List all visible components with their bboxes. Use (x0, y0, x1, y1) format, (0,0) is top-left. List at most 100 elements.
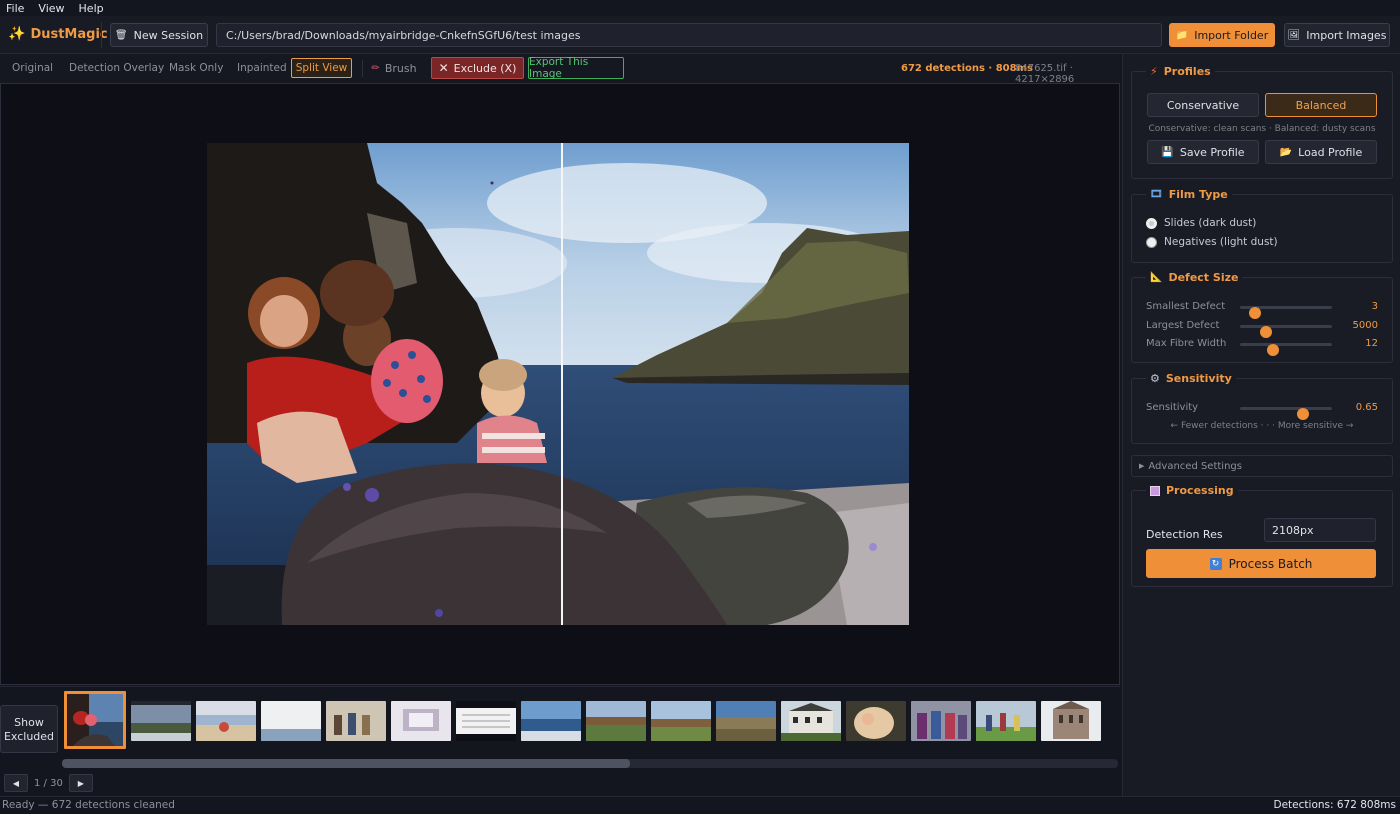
thumbnail-14[interactable] (911, 701, 971, 741)
slider-value: 3 (1371, 301, 1378, 312)
toolbar: ✨ DustMagic 🗑 New Session C:/Users/brad/… (0, 16, 1400, 54)
folder-icon: 📁 (1175, 29, 1189, 41)
file-info: 847625.tif · 4217×2896 (1015, 63, 1075, 85)
menu-help[interactable]: Help (79, 2, 104, 15)
thumbnail-7[interactable] (456, 701, 516, 741)
balanced-profile-button[interactable]: Balanced (1265, 93, 1377, 117)
film-type-slides-radio[interactable]: Slides (dark dust) (1146, 217, 1256, 229)
settings-panel: ⚡ Profiles Conservative Balanced Conserv… (1122, 54, 1400, 796)
sensitivity-slider[interactable]: Sensitivity 0.65 (1146, 401, 1378, 420)
thumbnail-1[interactable] (64, 691, 126, 749)
film-type-negatives-radio[interactable]: Negatives (light dust) (1146, 236, 1278, 248)
brush-label: Brush (384, 61, 417, 75)
process-batch-label: Process Batch (1228, 556, 1313, 571)
next-page-button[interactable]: ▶ (68, 774, 93, 792)
menu-file[interactable]: File (6, 2, 24, 15)
tab-mask-only[interactable]: Mask Only (169, 62, 223, 74)
tab-inpainted[interactable]: Inpainted (237, 62, 287, 74)
thumbnail-11[interactable] (716, 701, 776, 741)
save-profile-button[interactable]: 💾 Save Profile (1147, 140, 1259, 164)
thumbnail-15[interactable] (976, 701, 1036, 741)
defect-size-title-text: Defect Size (1168, 271, 1239, 284)
triangle-right-icon: ▶ (77, 778, 84, 788)
process-batch-button[interactable]: ↻ Process Batch (1146, 549, 1376, 578)
prev-page-button[interactable]: ◀ (4, 774, 28, 792)
thumbnail-5[interactable] (326, 701, 386, 741)
slider-track[interactable] (1240, 407, 1332, 420)
smallest-defect-slider[interactable]: Smallest Defect 3 (1146, 300, 1378, 319)
thumbnail-12[interactable] (781, 701, 841, 741)
divider (101, 22, 102, 48)
thumbnail-13[interactable] (846, 701, 906, 741)
sparkle-icon: ✨ (8, 26, 26, 42)
filmstrip-scrollbar-thumb[interactable] (62, 759, 630, 768)
image-canvas[interactable] (0, 83, 1120, 685)
thumbnail-4[interactable] (261, 701, 321, 741)
folder-path-input[interactable]: C:/Users/brad/Downloads/myairbridge-Cnke… (216, 23, 1162, 47)
trash-icon: 🗑 (114, 29, 128, 41)
negatives-label: Negatives (light dust) (1164, 236, 1278, 248)
page-indicator: 1 / 30 (34, 777, 63, 789)
tab-split-view[interactable]: Split View (291, 58, 352, 78)
profiles-title: ⚡ Profiles (1146, 65, 1215, 78)
processing-title: Processing (1146, 484, 1238, 497)
slides-label: Slides (dark dust) (1164, 217, 1257, 229)
pager: ◀ 1 / 30 ▶ (0, 773, 93, 793)
load-profile-button[interactable]: 📂 Load Profile (1265, 140, 1377, 164)
film-icon: 🎞 (1150, 189, 1163, 200)
defect-size-group: 📐 Defect Size Smallest Defect 3 Largest … (1131, 271, 1393, 363)
thumbnail-6[interactable] (391, 701, 451, 741)
thumbnail-2[interactable] (131, 701, 191, 741)
import-folder-button[interactable]: 📁 Import Folder (1169, 23, 1275, 47)
largest-defect-slider[interactable]: Largest Defect 5000 (1146, 319, 1378, 338)
new-session-button[interactable]: 🗑 New Session (110, 23, 208, 47)
slider-label: Max Fibre Width (1146, 338, 1227, 349)
profiles-title-text: Profiles (1163, 65, 1211, 78)
radio-indicator (1146, 236, 1157, 248)
slider-value: 0.65 (1355, 402, 1378, 413)
thumbnail-8[interactable] (521, 701, 581, 741)
ruler-triangle-icon: 📐 (1150, 272, 1163, 283)
floppy-disk-icon: 💾 (1161, 146, 1174, 158)
slider-knob[interactable] (1248, 307, 1261, 319)
square-icon (1150, 485, 1160, 496)
slider-track[interactable] (1240, 325, 1332, 338)
exclude-button[interactable]: ✕ Exclude (X) (431, 57, 524, 79)
slider-knob[interactable] (1267, 344, 1280, 356)
split-view-divider[interactable] (561, 143, 563, 625)
sensitivity-title-text: Sensitivity (1165, 372, 1232, 385)
conservative-profile-button[interactable]: Conservative (1147, 93, 1259, 117)
divider (362, 60, 363, 77)
radio-indicator (1146, 217, 1157, 229)
status-message: Ready — 672 detections cleaned (2, 799, 175, 811)
thumbnail-16[interactable] (1041, 701, 1101, 741)
tab-original[interactable]: Original (12, 62, 53, 74)
brush-button[interactable]: ✏ Brush (371, 57, 417, 79)
image-icon: 🖼 (1287, 29, 1301, 41)
thumbnail-10[interactable] (651, 701, 711, 741)
thumbnail-9[interactable] (586, 701, 646, 741)
show-excluded-button[interactable]: Show Excluded (0, 705, 58, 753)
view-mode-bar: Original Detection Overlay Mask Only Inp… (0, 54, 1120, 85)
photo-preview[interactable] (207, 143, 909, 625)
menu-view[interactable]: View (38, 2, 64, 15)
advanced-settings-toggle[interactable]: ▶ Advanced Settings (1131, 455, 1393, 477)
advanced-settings-label: Advanced Settings (1148, 460, 1242, 472)
triangle-left-icon: ◀ (12, 778, 20, 788)
slider-knob[interactable] (1296, 408, 1309, 420)
detection-res-input[interactable]: 2108px (1264, 518, 1376, 542)
import-folder-label: Import Folder (1194, 28, 1269, 42)
detection-res-label: Detection Res (1146, 528, 1223, 541)
film-type-title: 🎞 Film Type (1146, 188, 1232, 201)
slider-track[interactable] (1240, 343, 1332, 356)
status-bar: Ready — 672 detections cleaned Detection… (0, 796, 1400, 814)
max-fibre-width-slider[interactable]: Max Fibre Width 12 (1146, 337, 1378, 356)
triangle-right-icon: ▶ (1139, 462, 1145, 470)
export-image-button[interactable]: Export This Image (528, 56, 624, 80)
thumbnail-3[interactable] (196, 701, 256, 741)
menubar: File View Help (0, 0, 1400, 16)
load-profile-label: Load Profile (1298, 145, 1363, 159)
slider-track[interactable] (1240, 306, 1332, 319)
import-images-button[interactable]: 🖼 Import Images (1284, 23, 1390, 47)
tab-detection-overlay[interactable]: Detection Overlay (69, 62, 164, 74)
